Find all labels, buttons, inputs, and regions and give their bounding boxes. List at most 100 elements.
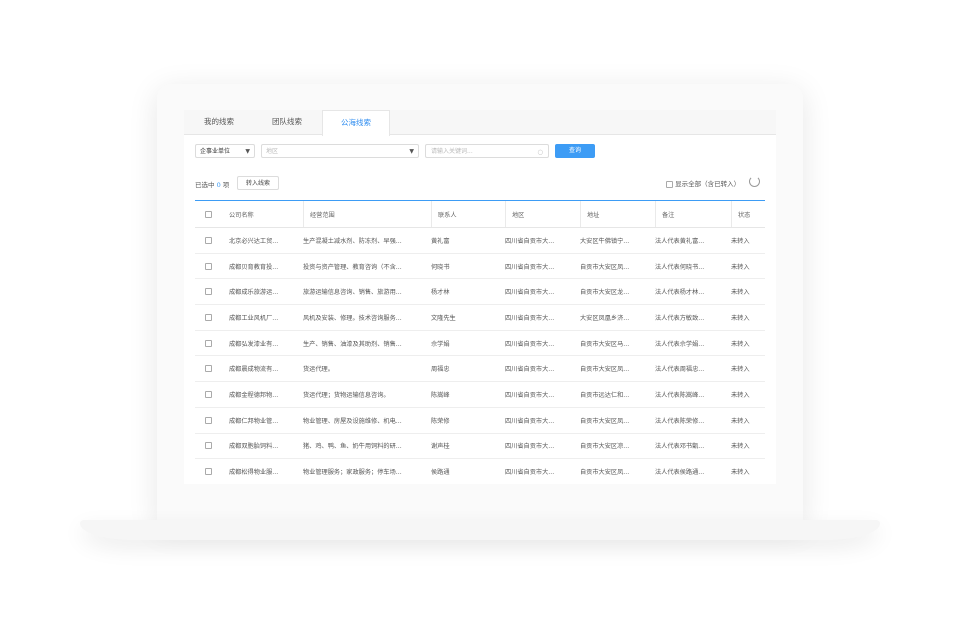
- header-address[interactable]: 地址: [580, 201, 645, 227]
- table-row[interactable]: 北京必兴达工贸... 生产混凝土减水剂、防冻剂、早强... 黄礼富 四川省自贡市大..…: [195, 228, 765, 254]
- row-checkbox[interactable]: [205, 339, 212, 347]
- table-row[interactable]: 成都成乐旅游运... 旅游运输信息咨询、销售、旅游用... 杨才林 四川省自贡市大..…: [195, 279, 765, 306]
- region-select[interactable]: 地区 ▼: [261, 144, 419, 158]
- row-checkbox[interactable]: [205, 390, 212, 398]
- search-icon: ○: [537, 148, 543, 156]
- cell-contact: 佘学娟: [431, 340, 450, 348]
- table-row[interactable]: 成都仁邦物业管... 物业管理、房屋及设施维修、机电... 陈荣修 四川省自贡市大..…: [195, 408, 765, 434]
- table-header: 公司名称 经营范围 联系人 地区 地址 备注 状态: [195, 200, 765, 228]
- cell-contact: 杨才林: [431, 289, 450, 297]
- row-checkbox[interactable]: [205, 365, 212, 373]
- cell-company: 成都双胞胎饲料...: [229, 443, 279, 451]
- cell-company: 成都晨成物流有...: [229, 366, 279, 374]
- row-checkbox[interactable]: [205, 288, 212, 296]
- cell-remark: 法人代表侯路通...: [655, 469, 705, 477]
- row-select-cell: [205, 254, 215, 279]
- cell-business-scope: 旅游运输信息咨询、销售、旅游用...: [303, 289, 402, 297]
- transfer-leads-button[interactable]: 转入线索: [237, 176, 279, 190]
- row-checkbox[interactable]: [205, 313, 212, 321]
- cell-contact: 侯路通: [431, 469, 450, 477]
- table-row[interactable]: 成都弘发漆业有... 生产、销售、油漆及其助剂、销售... 佘学娟 四川省自贡市大..…: [195, 331, 765, 357]
- header-status[interactable]: 状态: [731, 201, 761, 227]
- cell-remark: 法人代表黄礼富...: [655, 237, 705, 245]
- cell-remark: 法人代表何晓书...: [655, 263, 705, 271]
- table-row[interactable]: 成都贝育教育投... 投资与资产管理、教育咨询（不含... 何晓书 四川省自贡市大..…: [195, 254, 765, 280]
- cell-status: 未转入: [731, 366, 750, 374]
- row-checkbox[interactable]: [205, 262, 212, 270]
- selected-prefix: 已选中: [195, 181, 215, 189]
- table-row[interactable]: 成都松得物业服... 物业管理服务；家政服务；停车场... 侯路通 四川省自贡市大..…: [195, 459, 765, 484]
- filter-bar: 企事业单位 ▼ 地区 ▼ 请输入关键词... ○ 查询: [195, 144, 775, 160]
- tab-team-leads[interactable]: 团队线索: [254, 110, 320, 134]
- cell-business-scope: 投资与资产管理、教育咨询（不含...: [303, 263, 402, 271]
- keyword-search-input[interactable]: 请输入关键词... ○: [425, 144, 549, 158]
- laptop-base: [80, 520, 880, 540]
- show-all-toggle[interactable]: 显示全部（含已转入）: [666, 178, 740, 188]
- row-checkbox[interactable]: [205, 236, 212, 244]
- leads-table: 公司名称 经营范围 联系人 地区 地址 备注 状态 北京必兴达工贸... 生产混凝…: [195, 200, 765, 484]
- cell-region: 四川省自贡市大...: [505, 237, 555, 245]
- row-select-cell: [205, 382, 215, 407]
- cell-company: 成都成乐旅游运...: [229, 289, 279, 297]
- table-row[interactable]: 成都工业风机厂... 风机及安装、修理。技术咨询服务... 文隆先生 四川省自贡市大.…: [195, 305, 765, 331]
- header-company[interactable]: 公司名称: [229, 201, 295, 227]
- cell-remark: 法人代表佘学娟...: [655, 340, 705, 348]
- cell-status: 未转入: [731, 289, 750, 297]
- caret-down-icon: ▼: [245, 148, 250, 155]
- cell-remark: 法人代表周福忠...: [655, 366, 705, 374]
- row-select-cell: [205, 356, 215, 381]
- cell-status: 未转入: [731, 263, 750, 271]
- row-select-cell: [205, 305, 215, 330]
- table-row[interactable]: 成都金程德邦物... 货运代理；货物运输信息咨询。 陈嵩峰 四川省自贡市大... 自贡市…: [195, 382, 765, 408]
- row-select-cell: [205, 408, 215, 433]
- cell-address: 自贡市大安区龙...: [580, 289, 630, 297]
- cell-contact: 文隆先生: [431, 314, 456, 322]
- cell-business-scope: 货运代理；货物运输信息咨询。: [303, 391, 390, 399]
- cell-address: 自贡市大安区凉...: [580, 443, 630, 451]
- cell-contact: 谢声桂: [431, 443, 450, 451]
- header-remark[interactable]: 备注: [655, 201, 723, 227]
- cell-address: 自贡市大安区凤...: [580, 263, 630, 271]
- unit-type-select[interactable]: 企事业单位 ▼: [195, 144, 255, 158]
- cell-remark: 法人代表方敏致...: [655, 314, 705, 322]
- select-all-checkbox[interactable]: [205, 210, 212, 218]
- cell-status: 未转入: [731, 237, 750, 245]
- cell-address: 自贡市远达仁和...: [580, 391, 630, 399]
- header-business-scope[interactable]: 经营范围: [303, 201, 423, 227]
- row-checkbox[interactable]: [205, 416, 212, 424]
- row-checkbox[interactable]: [205, 468, 212, 476]
- show-all-checkbox[interactable]: [666, 180, 673, 188]
- cell-company: 北京必兴达工贸...: [229, 237, 279, 245]
- table-row[interactable]: 成都晨成物流有... 货运代理。 周福忠 四川省自贡市大... 自贡市大安区凤... 法人…: [195, 356, 765, 383]
- cell-contact: 陈嵩峰: [431, 391, 450, 399]
- table-body: 北京必兴达工贸... 生产混凝土减水剂、防冻剂、早强... 黄礼富 四川省自贡市大..…: [195, 228, 765, 484]
- cell-contact: 陈荣修: [431, 417, 450, 425]
- tab-public-leads[interactable]: 公海线索: [322, 110, 390, 136]
- header-region[interactable]: 地区: [505, 201, 569, 227]
- cell-region: 四川省自贡市大...: [505, 366, 555, 374]
- cell-business-scope: 风机及安装、修理。技术咨询服务...: [303, 314, 402, 322]
- cell-region: 四川省自贡市大...: [505, 469, 555, 477]
- row-select-cell: [205, 434, 215, 459]
- cell-contact: 周福忠: [431, 366, 450, 374]
- refresh-icon[interactable]: [749, 176, 760, 187]
- caret-down-icon: ▼: [409, 148, 414, 155]
- header-contact[interactable]: 联系人: [431, 201, 491, 227]
- cell-business-scope: 生产、销售、油漆及其助剂、销售...: [303, 340, 402, 348]
- cell-status: 未转入: [731, 314, 750, 322]
- cell-remark: 法人代表陈嵩峰...: [655, 391, 705, 399]
- row-checkbox[interactable]: [205, 442, 212, 450]
- cell-company: 成都弘发漆业有...: [229, 340, 279, 348]
- cell-company: 成都金程德邦物...: [229, 391, 279, 399]
- cell-status: 未转入: [731, 391, 750, 399]
- cell-address: 自贡市大安区马...: [580, 340, 630, 348]
- cell-status: 未转入: [731, 469, 750, 477]
- tab-my-leads[interactable]: 我的线索: [184, 110, 254, 134]
- app-screen: 我的线索 团队线索 公海线索 企事业单位 ▼ 地区 ▼ 请输入关键词... ○ …: [184, 110, 776, 484]
- cell-business-scope: 生产混凝土减水剂、防冻剂、早强...: [303, 237, 402, 245]
- table-row[interactable]: 成都双胞胎饲料... 猪、鸡、鸭、鱼、奶牛用饲料的研... 谢声桂 四川省自贡市大..…: [195, 434, 765, 460]
- keyword-placeholder: 请输入关键词...: [431, 148, 473, 155]
- cell-status: 未转入: [731, 417, 750, 425]
- query-button[interactable]: 查询: [555, 144, 595, 158]
- cell-business-scope: 猪、鸡、鸭、鱼、奶牛用饲料的研...: [303, 443, 402, 451]
